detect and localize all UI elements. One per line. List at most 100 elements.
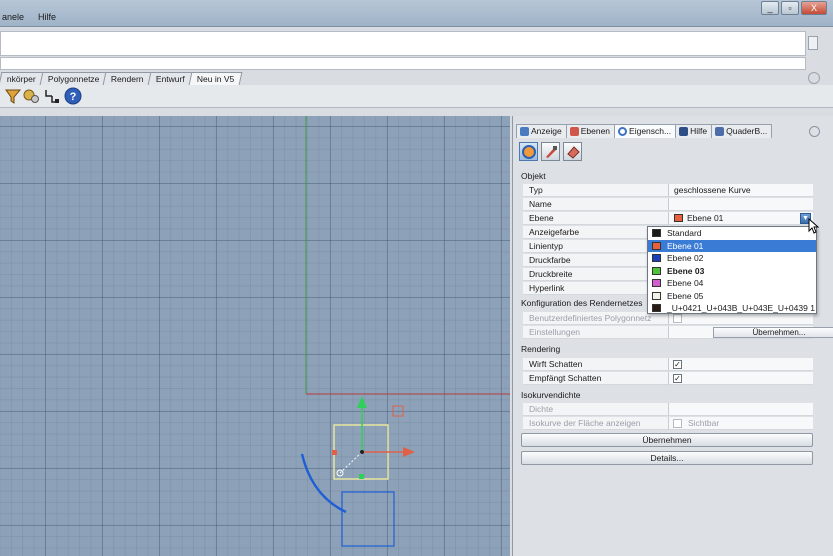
layer-option-standard[interactable]: Standard <box>648 227 816 240</box>
layer-option-ebene-03[interactable]: Ebene 03 <box>648 265 816 278</box>
command-history[interactable] <box>0 31 806 56</box>
row-label: Isokurve der Fläche anzeigen <box>523 417 669 430</box>
tab-label: Rendern <box>111 74 144 84</box>
layer-option-ebene-04[interactable]: Ebene 04 <box>648 277 816 290</box>
apply-button[interactable]: Übernehmen <box>521 433 813 447</box>
monitor-icon <box>520 127 529 136</box>
row-layer: Ebene Ebene 01 ▼ <box>523 212 813 225</box>
receives-shadows-checkbox[interactable]: ✓ <box>673 374 682 383</box>
row-receives-shadows: Empfängt Schatten ✓ <box>523 372 813 385</box>
object-properties-button[interactable] <box>519 142 538 161</box>
menu-bar: anele Hilfe <box>0 12 58 22</box>
close-button[interactable]: X <box>801 1 827 15</box>
tab-properties[interactable]: Eigensch... <box>614 124 677 138</box>
box-icon <box>715 127 725 136</box>
toolbar-tabs: nkörper Polygonnetze Rendern Entwurf Neu… <box>0 72 243 85</box>
svg-text:?: ? <box>70 91 77 103</box>
layer-color-swatch <box>652 266 661 275</box>
maximize-button[interactable]: ▫ <box>781 1 799 15</box>
toolbar-gear-icon[interactable] <box>808 72 820 84</box>
row-value: ✓ <box>669 372 813 385</box>
tab-label: Entwurf <box>155 74 185 84</box>
layer-combo-value: Ebene 01 <box>687 213 724 223</box>
toolbar: ? <box>0 85 833 108</box>
layer-color-swatch <box>652 229 661 238</box>
mesh-apply-button[interactable]: Übernehmen... <box>713 327 833 338</box>
row-label: Ebene <box>523 212 669 225</box>
menu-item-help[interactable]: Hilfe <box>36 12 58 22</box>
tab-display[interactable]: Anzeige <box>516 124 567 138</box>
title-bar: anele Hilfe _ ▫ X <box>0 0 833 27</box>
layer-option-ebene-01[interactable]: Ebene 01 <box>648 239 816 252</box>
layer-color-swatch <box>652 254 661 263</box>
visible-checkbox[interactable] <box>673 419 682 428</box>
tab-label: nkörper <box>6 74 36 84</box>
section-rendering: Rendering <box>518 343 814 356</box>
axis-lines <box>305 116 510 395</box>
custom-mesh-checkbox[interactable] <box>673 314 682 323</box>
row-settings: Einstellungen Übernehmen... <box>523 326 833 339</box>
help-icon[interactable]: ? <box>64 87 82 105</box>
row-label: Einstellungen <box>523 326 669 339</box>
tab-help[interactable]: Hilfe <box>675 124 713 138</box>
layer-color-swatch <box>652 279 661 288</box>
row-label: Wirft Schatten <box>523 358 669 371</box>
row-label: Dichte <box>523 403 669 416</box>
gears-icon[interactable] <box>22 87 40 105</box>
tab-render[interactable]: Rendern <box>102 72 153 85</box>
window-controls: _ ▫ X <box>761 1 827 15</box>
layer-combo[interactable]: Ebene 01 ▼ <box>669 212 813 225</box>
layer-option-ebene-02[interactable]: Ebene 02 <box>648 252 816 265</box>
tab-label: Neu in V5 <box>196 74 235 84</box>
density-field[interactable] <box>669 403 813 416</box>
layers-icon <box>569 127 579 136</box>
panel-gear-icon[interactable] <box>809 126 820 137</box>
layer-option-ebene-05[interactable]: Ebene 05 <box>648 290 816 303</box>
dimension-icon[interactable] <box>43 87 61 105</box>
tab-label: Anzeige <box>531 126 562 136</box>
layer-option-cyrillic[interactable]: _U+0421_U+043B_U+043E_U+0439 1 <box>648 302 816 315</box>
mouse-cursor-icon <box>808 218 820 234</box>
brush-icon <box>545 145 557 158</box>
layer-option-label: Standard <box>667 228 702 238</box>
tab-box-edit[interactable]: QuaderB... <box>711 124 773 138</box>
object-icon <box>521 144 536 159</box>
tab-label: QuaderB... <box>726 126 768 136</box>
command-line[interactable] <box>0 57 806 70</box>
layer-option-label: Ebene 02 <box>667 253 704 263</box>
tab-layers[interactable]: Ebenen <box>565 124 616 138</box>
row-value: Übernehmen... <box>669 326 833 339</box>
layer-option-label: _U+0421_U+043B_U+043E_U+0439 1 <box>667 303 815 313</box>
tab-label: Hilfe <box>690 126 708 136</box>
row-value: Sichtbar <box>669 417 813 430</box>
section-object: Objekt <box>518 170 814 183</box>
help-icon <box>679 127 689 136</box>
casts-shadows-checkbox[interactable]: ✓ <box>673 360 682 369</box>
minimize-button[interactable]: _ <box>761 1 779 15</box>
tab-new-in-v5[interactable]: Neu in V5 <box>188 72 243 85</box>
command-scrollbar[interactable] <box>808 36 818 50</box>
eraser-icon <box>566 145 580 159</box>
row-type: Typ geschlossene Kurve <box>523 184 813 197</box>
menu-item-panels[interactable]: anele <box>0 12 26 22</box>
row-casts-shadows: Wirft Schatten ✓ <box>523 358 813 371</box>
row-show-isocurves: Isokurve der Fläche anzeigen Sichtbar <box>523 417 813 430</box>
layer-color-swatch <box>652 304 661 313</box>
layer-option-label: Ebene 01 <box>667 240 704 251</box>
selection-filter-icon[interactable] <box>4 87 22 105</box>
property-page-icons <box>519 142 582 161</box>
row-label: Typ <box>523 184 669 197</box>
gumball-widget[interactable] <box>332 396 415 480</box>
details-button[interactable]: Details... <box>521 451 813 465</box>
viewport-top[interactable] <box>0 116 510 556</box>
tab-volumes[interactable]: nkörper <box>0 72 45 85</box>
row-label: Name <box>523 198 669 211</box>
selected-curve[interactable] <box>300 453 395 547</box>
tab-drafting[interactable]: Entwurf <box>147 72 194 85</box>
material-button[interactable] <box>541 142 560 161</box>
name-field[interactable] <box>669 198 813 211</box>
properties-panel: Anzeige Ebenen Eigensch... Hilfe QuaderB… <box>512 116 833 556</box>
tab-meshes[interactable]: Polygonnetze <box>39 72 108 85</box>
panel-tabs: Anzeige Ebenen Eigensch... Hilfe QuaderB… <box>516 124 773 138</box>
texture-button[interactable] <box>563 142 582 161</box>
